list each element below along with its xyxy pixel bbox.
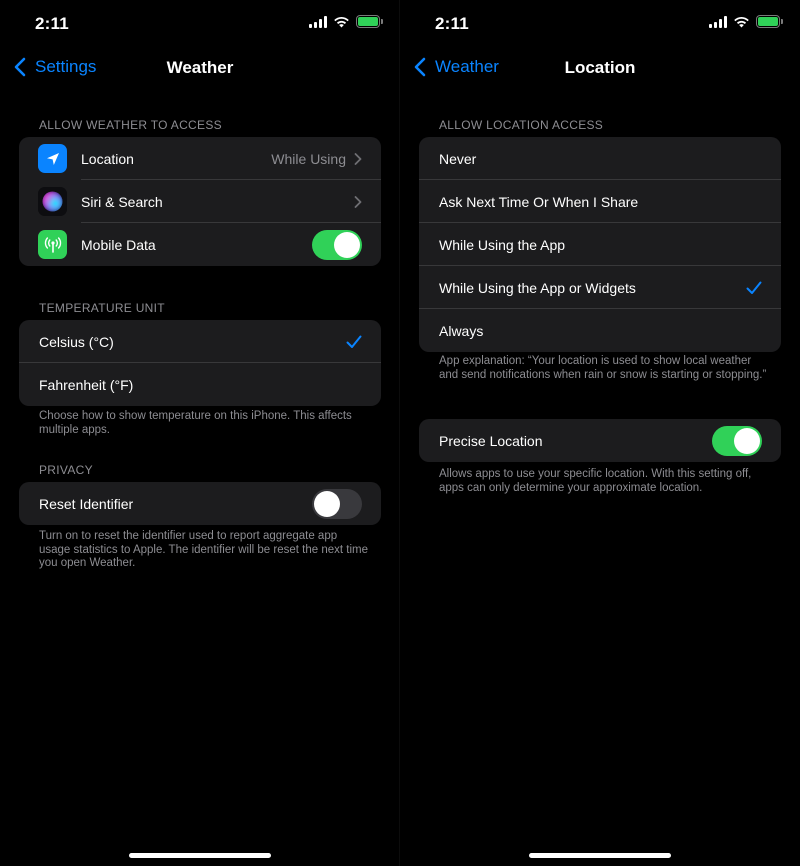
status-icons	[709, 15, 783, 28]
mobile-data-toggle[interactable]	[312, 229, 362, 260]
precise-location-toggle[interactable]	[712, 425, 762, 456]
temperature-footer: Choose how to show temperature on this i…	[39, 410, 352, 436]
status-icons	[309, 15, 383, 28]
checkmark-icon	[346, 335, 362, 348]
home-indicator[interactable]	[529, 853, 671, 858]
page-title: Weather	[166, 58, 234, 77]
section-header-location-access: ALLOW LOCATION ACCESS	[439, 118, 604, 132]
privacy-group: Reset Identifier	[19, 482, 381, 525]
siri-search-label: Siri & Search	[81, 193, 163, 210]
wifi-icon	[334, 16, 349, 28]
reset-identifier-toggle[interactable]	[312, 488, 362, 519]
option-ask-next-time[interactable]: Ask Next Time Or When I Share	[419, 180, 781, 223]
location-label: Location	[81, 150, 134, 167]
reset-identifier-label: Reset Identifier	[39, 495, 134, 512]
location-value: While Using	[271, 150, 346, 167]
option-always[interactable]: Always	[419, 309, 781, 352]
option-while-using-widgets[interactable]: While Using the App or Widgets	[419, 266, 781, 309]
mobile-data-label: Mobile Data	[81, 236, 156, 253]
location-row[interactable]: Location While Using	[19, 137, 381, 180]
option-never-label: Never	[439, 150, 477, 167]
app-explanation: App explanation: “Your location is used …	[439, 355, 767, 381]
cellular-signal-icon	[709, 15, 727, 28]
page-title: Location	[564, 58, 636, 77]
status-time: 2:11	[35, 14, 69, 33]
chevron-right-icon	[354, 152, 362, 165]
option-ask-label: Ask Next Time Or When I Share	[439, 193, 639, 210]
temperature-group: Celsius (°C) Fahrenheit (°F)	[19, 320, 381, 406]
chevron-right-icon	[354, 195, 362, 208]
section-header-privacy: PRIVACY	[39, 463, 93, 477]
antenna-icon	[38, 230, 67, 259]
weather-settings-screen: 2:11 Settings Weather ALLOW WEATHER TO A…	[0, 0, 400, 866]
celsius-label: Celsius (°C)	[39, 333, 114, 350]
precise-location-row: Precise Location	[419, 419, 781, 462]
status-time: 2:11	[435, 14, 469, 33]
option-while-using-label: While Using the App	[439, 236, 566, 253]
section-header-temperature: TEMPERATURE UNIT	[39, 301, 165, 315]
precise-location-group: Precise Location	[419, 419, 781, 462]
option-never[interactable]: Never	[419, 137, 781, 180]
fahrenheit-row[interactable]: Fahrenheit (°F)	[19, 363, 381, 406]
celsius-row[interactable]: Celsius (°C)	[19, 320, 381, 363]
location-arrow-icon	[38, 144, 67, 173]
mobile-data-row: Mobile Data	[19, 223, 381, 266]
battery-charging-icon	[356, 15, 383, 28]
location-access-group: Never Ask Next Time Or When I Share Whil…	[419, 137, 781, 352]
wifi-icon	[734, 16, 749, 28]
toggle-knob	[334, 231, 360, 258]
home-indicator[interactable]	[129, 853, 271, 858]
location-settings-screen: 2:11 Weather Location ALLOW LOCATION ACC…	[400, 0, 800, 866]
section-header-access: ALLOW WEATHER TO ACCESS	[39, 118, 222, 132]
option-always-label: Always	[439, 322, 484, 339]
option-while-using-widgets-label: While Using the App or Widgets	[439, 279, 636, 296]
siri-orb-icon	[38, 187, 67, 216]
toggle-knob	[734, 427, 760, 454]
fahrenheit-label: Fahrenheit (°F)	[39, 376, 134, 393]
battery-charging-icon	[756, 15, 783, 28]
siri-search-row[interactable]: Siri & Search	[19, 180, 381, 223]
checkmark-icon	[746, 281, 762, 294]
precise-location-footer: Allows apps to use your specific locatio…	[439, 468, 752, 494]
access-group: Location While Using Siri & Search Mobil…	[19, 137, 381, 266]
reset-identifier-row: Reset Identifier	[19, 482, 381, 525]
precise-location-label: Precise Location	[439, 432, 543, 449]
cellular-signal-icon	[309, 15, 327, 28]
toggle-knob	[314, 490, 340, 517]
privacy-footer: Turn on to reset the identifier used to …	[39, 530, 368, 569]
option-while-using[interactable]: While Using the App	[419, 223, 781, 266]
